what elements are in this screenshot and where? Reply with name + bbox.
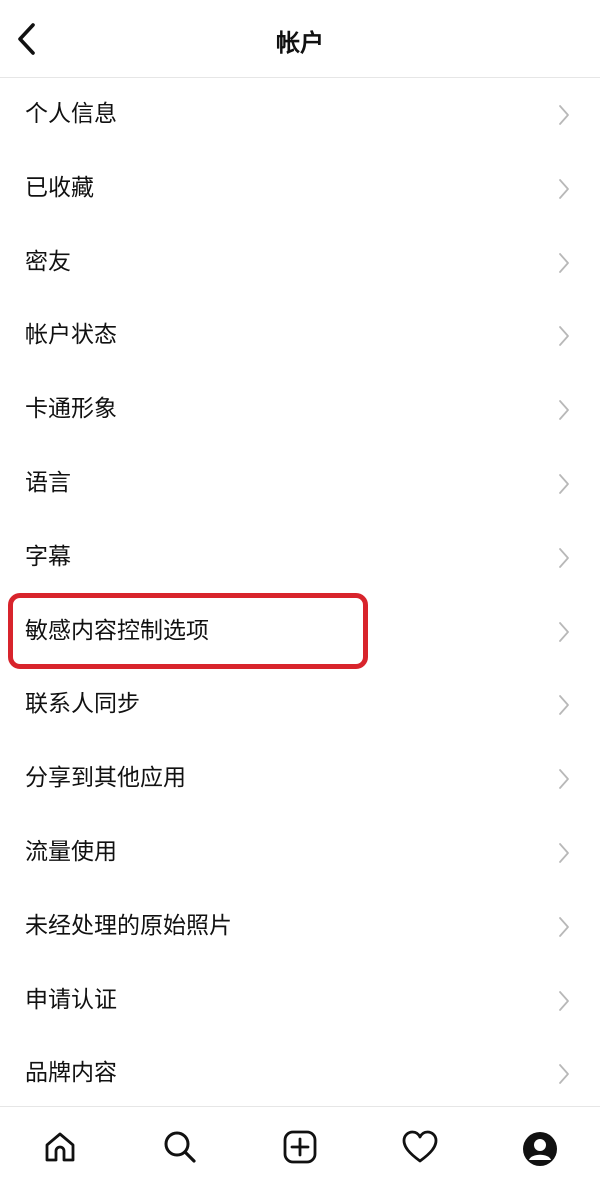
chevron-right-icon: [559, 990, 569, 1011]
menu-item-branded-content[interactable]: 品牌内容: [0, 1037, 600, 1111]
tab-home[interactable]: [38, 1125, 82, 1169]
menu-item-label: 未经处理的原始照片: [25, 912, 232, 939]
create-post-icon: [283, 1130, 317, 1164]
chevron-right-icon: [559, 178, 569, 199]
menu-item-avatar[interactable]: 卡通形象: [0, 373, 600, 447]
menu-item-label: 字幕: [25, 543, 71, 570]
profile-icon: [523, 1132, 557, 1166]
header-bar: 帐户: [0, 0, 600, 78]
chevron-right-icon: [559, 916, 569, 937]
menu-item-label: 分享到其他应用: [25, 765, 186, 792]
heart-icon: [402, 1130, 438, 1163]
menu-item-label: 敏感内容控制选项: [25, 617, 209, 644]
menu-item-label: 语言: [25, 469, 71, 496]
menu-item-close-friends[interactable]: 密友: [0, 226, 600, 300]
chevron-right-icon: [559, 695, 569, 716]
menu-item-sensitive-content-control[interactable]: 敏感内容控制选项: [0, 595, 600, 669]
tab-activity[interactable]: [398, 1125, 442, 1169]
menu-item-request-verification[interactable]: 申请认证: [0, 964, 600, 1038]
menu-item-label: 已收藏: [25, 174, 94, 201]
chevron-right-icon: [559, 621, 569, 642]
menu-item-label: 个人信息: [25, 101, 117, 127]
chevron-right-icon: [559, 1064, 569, 1085]
menu-item-captions[interactable]: 字幕: [0, 521, 600, 595]
chevron-right-icon: [559, 105, 569, 125]
chevron-right-icon: [559, 252, 569, 273]
chevron-right-icon: [559, 843, 569, 863]
menu-item-data-usage[interactable]: 流量使用: [0, 816, 600, 890]
chevron-right-icon: [559, 474, 569, 494]
page-title: 帐户: [276, 29, 324, 57]
menu-item-label: 品牌内容: [25, 1060, 117, 1087]
tab-profile[interactable]: [518, 1127, 562, 1171]
menu-item-label: 流量使用: [25, 838, 117, 865]
tab-search[interactable]: [158, 1125, 202, 1169]
tab-create[interactable]: [278, 1125, 322, 1169]
menu-item-language[interactable]: 语言: [0, 447, 600, 521]
menu-item-contacts-syncing[interactable]: 联系人同步: [0, 668, 600, 742]
menu-item-label: 密友: [25, 248, 71, 275]
menu-item-account-status[interactable]: 帐户状态: [0, 299, 600, 373]
menu-item-sharing-to-other-apps[interactable]: 分享到其他应用: [0, 742, 600, 816]
bottom-tab-bar: [0, 1106, 600, 1186]
account-settings-list: 个人信息 已收藏 密友 帐户状态 卡通形象 语言 字幕 敏感内容控制选项 联系人…: [0, 78, 600, 1111]
menu-item-label: 帐户状态: [25, 322, 117, 349]
menu-item-label: 申请认证: [25, 986, 117, 1013]
home-icon: [45, 1132, 75, 1162]
menu-item-label: 卡通形象: [25, 396, 117, 423]
search-icon: [164, 1131, 196, 1163]
chevron-right-icon: [559, 547, 569, 568]
menu-item-label: 联系人同步: [25, 691, 140, 718]
chevron-right-icon: [559, 400, 569, 421]
menu-item-saved[interactable]: 已收藏: [0, 152, 600, 226]
chevron-right-icon: [559, 769, 569, 790]
chevron-right-icon: [559, 326, 569, 347]
menu-item-original-photos[interactable]: 未经处理的原始照片: [0, 890, 600, 964]
menu-item-personal-info[interactable]: 个人信息: [0, 78, 600, 152]
